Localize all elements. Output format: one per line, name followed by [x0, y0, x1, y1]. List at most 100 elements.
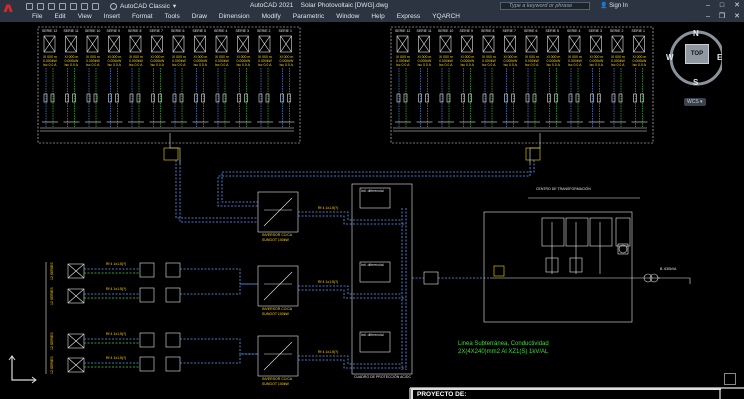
viewcube-top-face[interactable]: TOP [685, 44, 709, 64]
field-to-inverter [180, 353, 258, 364]
left-series-spec: Isc 0.0 A [215, 63, 229, 67]
right-series-title: SERIE 10 [438, 28, 454, 33]
right-fuse [468, 93, 472, 103]
right-series-title: SERIE 11 [416, 28, 432, 33]
right-series-spec: Isc 0.0 A [396, 63, 410, 67]
print-icon[interactable] [70, 2, 77, 10]
right-series-spec: Isc 0.0 A [525, 63, 539, 67]
left-fuse [280, 93, 284, 103]
cabinet-caption: CUADRO DE PROTECCIÓN AC/DC [354, 375, 411, 379]
search-input[interactable]: Type a keyword or phrase [500, 2, 590, 10]
left-series-title: SERIE 5 [192, 28, 206, 33]
menu-window[interactable]: Window [330, 12, 365, 22]
right-series-title: SERIE 2 [610, 28, 624, 33]
right-fuse [597, 93, 601, 103]
close-button[interactable]: ✕ [734, 1, 740, 11]
menu-edit[interactable]: Edit [48, 12, 71, 22]
menu-yqarch[interactable]: YQARCH [426, 12, 466, 22]
right-fuse [403, 93, 408, 103]
viewcube[interactable]: TOP N S W E [662, 28, 722, 88]
left-fuse [50, 93, 55, 103]
chevron-down-icon: ▾ [172, 3, 177, 10]
menu-format[interactable]: Format [126, 12, 159, 22]
field-cable-spec: Rf 4 1x1.5(?) [106, 262, 127, 266]
compass-east[interactable]: E [717, 53, 722, 62]
sign-in-button[interactable]: 👤 Sign In [600, 1, 628, 11]
minimize-button[interactable]: – [706, 1, 710, 11]
menu-tools[interactable]: Tools [159, 12, 186, 22]
wcs-menu[interactable]: WCS ▾ [684, 98, 706, 106]
menu-parametric[interactable]: Parametric [287, 12, 330, 22]
save-as-icon[interactable] [59, 2, 66, 10]
menu-insert[interactable]: Insert [98, 12, 126, 22]
undo-icon[interactable] [81, 2, 88, 10]
window-controls: – □ ✕ [706, 1, 740, 11]
field-series-label: 12 SERIES [50, 332, 54, 350]
field-to-inverter [180, 283, 258, 295]
menu-dimension[interactable]: Dimension [213, 12, 256, 22]
new-icon[interactable] [26, 2, 33, 10]
right-fuse [461, 93, 465, 103]
doc-close-button[interactable]: ✕ [734, 12, 740, 22]
cable-note-line-1: Linea Subterránea, Conductividad [458, 341, 549, 347]
right-series-title: SERIE 8 [481, 28, 495, 33]
left-fuse [72, 93, 76, 103]
menu-bar: File Edit View Insert Format Tools Draw … [0, 12, 744, 22]
inverter-cable-spec: Rf 4 1x1.5(?) [318, 206, 339, 210]
right-fuse [640, 93, 644, 103]
right-series-spec: Isc 0.0 A [611, 63, 625, 67]
menu-file[interactable]: File [26, 12, 48, 22]
menu-draw[interactable]: Draw [186, 12, 213, 22]
left-series-title: SERIE 7 [149, 28, 163, 33]
menu-express[interactable]: Express [391, 12, 426, 22]
right-series-spec: Isc 0.0 A [482, 63, 496, 67]
menu-view[interactable]: View [72, 12, 98, 22]
right-fuse [489, 93, 494, 103]
ct-title: CENTRO DE TRANSFORMACIÓN [536, 187, 591, 191]
left-fuse [151, 93, 155, 103]
field-cable-spec: Rf 4 1x1.5(?) [106, 287, 127, 291]
right-series-title: SERIE 3 [588, 28, 602, 33]
right-series-spec: Isc 0.0 A [568, 63, 582, 67]
right-fuse [396, 93, 401, 103]
left-fuse [158, 93, 162, 103]
workspace-switcher[interactable]: AutoCAD Classic ▾ [110, 1, 176, 11]
dc-trunk-right-a [221, 160, 535, 203]
ct-cell [541, 217, 565, 247]
redo-icon[interactable] [92, 2, 99, 10]
compass-west[interactable]: W [666, 53, 674, 62]
ct-cell [565, 217, 589, 247]
inverter-model: SUNGOT 100kW [262, 312, 289, 316]
left-series-title: SERIE 1 [278, 28, 292, 33]
compass-south[interactable]: S [693, 78, 698, 87]
user-icon: 👤 [600, 3, 608, 9]
drawing-canvas[interactable] [0, 22, 744, 399]
right-fuse [425, 93, 429, 103]
menu-modify[interactable]: Modify [256, 12, 287, 22]
field-cable-spec: Rf 4 1x1.5(?) [106, 356, 127, 360]
doc-restore-button[interactable]: ❐ [719, 12, 725, 22]
open-icon[interactable] [37, 2, 44, 10]
inverter-cable-spec: Rf 4 1x1.5(?) [318, 350, 339, 354]
field-to-inverter [180, 338, 258, 355]
right-series-spec: Isc 0.0 A [503, 63, 517, 67]
compass-north[interactable]: N [693, 29, 699, 38]
save-icon[interactable] [48, 2, 55, 10]
left-series-spec: Isc 0.0 A [279, 63, 293, 67]
left-fuse [108, 93, 112, 103]
ct-cell [615, 217, 631, 247]
maximize-button[interactable]: □ [720, 1, 724, 11]
left-fuse [201, 93, 205, 103]
right-series-title: SERIE 12 [395, 28, 411, 33]
left-combiner-box [163, 147, 179, 161]
inverter-cable-spec: Rf 4 1x1.5(?) [318, 280, 339, 284]
left-series-spec: Isc 0.0 A [258, 63, 272, 67]
doc-minimize-button[interactable]: – [706, 12, 710, 22]
menu-help[interactable]: Help [365, 12, 390, 22]
right-fuse [439, 93, 444, 103]
left-fuse [265, 93, 270, 103]
left-series-spec: Isc 0.0 A [193, 63, 207, 67]
command-line-toggle[interactable] [724, 373, 736, 385]
field-fuse-box [139, 356, 155, 372]
right-fuse [511, 93, 515, 103]
